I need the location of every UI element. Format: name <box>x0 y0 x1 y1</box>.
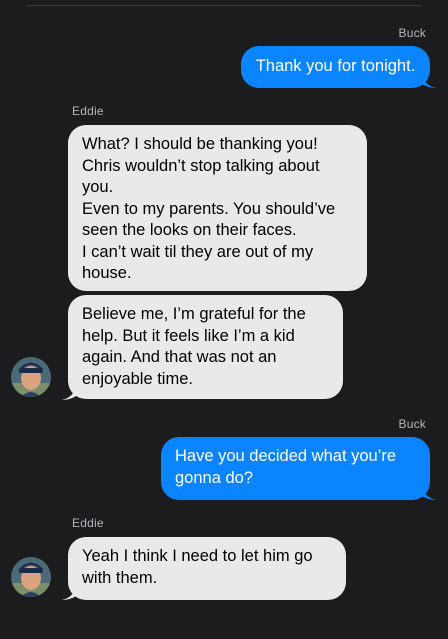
incoming-message[interactable]: Believe me, I’m grateful for the help. B… <box>68 295 343 399</box>
message-line: Even to my parents. You should’ve <box>82 199 336 218</box>
outgoing-message[interactable]: Thank you for tonight. <box>241 46 430 88</box>
sender-label-eddie: Eddie <box>72 104 104 118</box>
bubble-tail <box>62 386 76 400</box>
contact-photo-icon <box>11 557 51 597</box>
message-line: Chris wouldn’t stop talking about <box>82 156 320 175</box>
top-divider <box>26 5 422 6</box>
sender-label-eddie: Eddie <box>72 516 104 530</box>
message-line: Believe me, I’m grateful for the <box>82 305 306 323</box>
message-text: Thank you for tonight. <box>255 57 416 75</box>
avatar[interactable] <box>11 357 51 397</box>
message-line: again. And that was not an <box>82 348 277 366</box>
sender-label-buck: Buck <box>398 417 426 431</box>
bubble-tail <box>422 486 436 500</box>
message-line: with them. <box>82 568 158 587</box>
bubble-tail <box>422 74 436 88</box>
outgoing-message[interactable]: Have you decided what you’re gonna do? <box>161 437 430 500</box>
message-line: Yeah I think I need to let him go <box>82 547 313 565</box>
avatar[interactable] <box>11 557 51 597</box>
message-line: enjoyable time. <box>82 369 193 388</box>
message-line: Have you decided what you’re <box>175 447 397 465</box>
message-line: What? I should be thanking you! <box>82 135 318 153</box>
sender-label-buck: Buck <box>398 26 426 40</box>
incoming-message[interactable]: What? I should be thanking you! Chris wo… <box>68 125 367 291</box>
bubble-tail <box>62 586 76 600</box>
message-line: I can’t wait til they are out of my <box>82 242 314 261</box>
contact-photo-icon <box>11 357 51 397</box>
message-line: help. But it feels like I’m a kid <box>82 326 295 345</box>
message-line: you. <box>82 178 114 196</box>
incoming-message[interactable]: Yeah I think I need to let him go with t… <box>68 537 346 600</box>
message-line: house. <box>82 264 132 282</box>
message-line: seen the looks on their faces. <box>82 221 297 239</box>
message-line: gonna do? <box>175 468 253 487</box>
